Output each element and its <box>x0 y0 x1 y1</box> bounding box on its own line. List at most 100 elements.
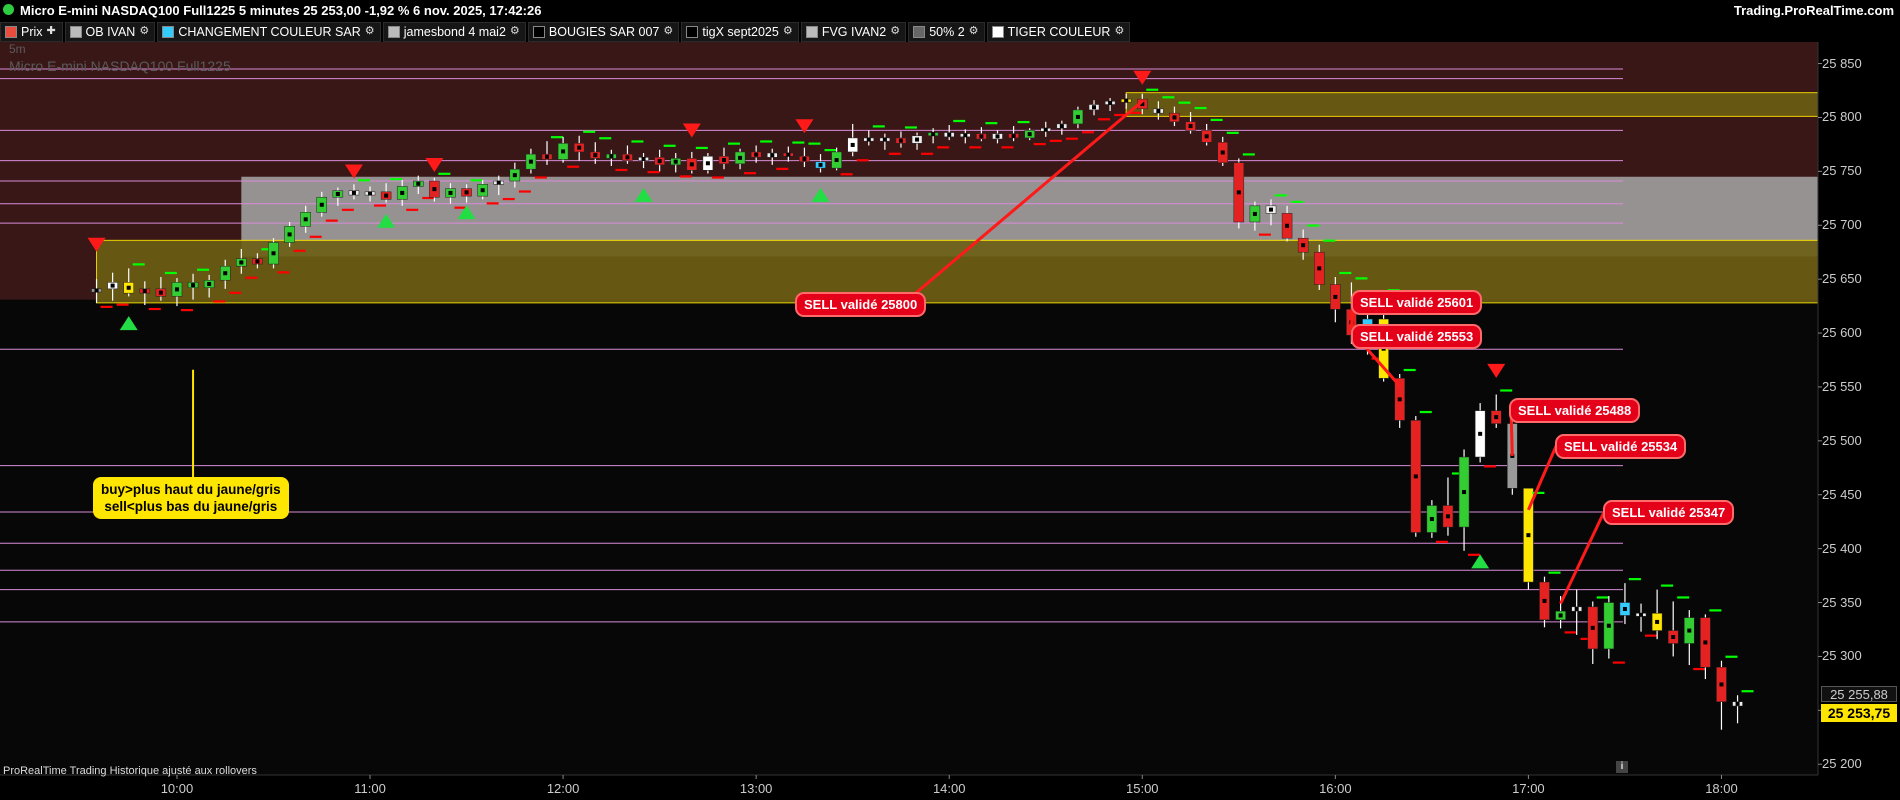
legend-item[interactable]: CHANGEMENT COULEUR SAR ⚙ <box>157 21 381 42</box>
wrench-icon[interactable]: ⚙ <box>663 26 674 37</box>
candle-midpoint <box>1236 190 1241 195</box>
legend-item[interactable]: OB IVAN ⚙ <box>64 21 156 42</box>
indicator-legend: Prix ✚ OB IVAN ⚙ CHANGEMENT COULEUR SAR ⚙ jame… <box>0 21 1132 42</box>
wrench-icon[interactable]: ⚙ <box>969 26 980 37</box>
candle-midpoint <box>898 138 903 143</box>
legend-item[interactable]: jamesbond 4 mai2 ⚙ <box>382 21 526 42</box>
candle-midpoint <box>1011 133 1016 138</box>
window-title: Micro E-mini NASDAQ100 Full1225 5 minute… <box>20 3 542 18</box>
legend-item[interactable]: BOUGIES SAR 007 ⚙ <box>527 21 680 42</box>
candle-midpoint <box>368 191 373 196</box>
price-tick-label: 25 200 <box>1822 756 1862 772</box>
candle-midpoint <box>770 153 775 158</box>
price-tick-label: 25 450 <box>1822 486 1862 502</box>
candle-midpoint <box>963 133 968 138</box>
candle-midpoint <box>673 159 678 164</box>
title-bar: Micro E-mini NASDAQ100 Full1225 5 minute… <box>0 0 1900 20</box>
legend-label: CHANGEMENT COULEUR SAR <box>178 24 361 39</box>
sell-annotation: SELL validé 25534 <box>1555 434 1687 459</box>
candle-midpoint <box>319 202 324 207</box>
candle-midpoint <box>1124 98 1129 103</box>
candle-midpoint <box>239 260 244 265</box>
candle-midpoint <box>416 181 421 186</box>
color-swatch-icon <box>991 25 1004 38</box>
footer-text: ProRealTime Trading Historique ajusté au… <box>3 765 257 777</box>
candle-midpoint <box>882 137 887 142</box>
candle-midpoint <box>641 156 646 161</box>
candle-midpoint <box>207 281 212 286</box>
candle-midpoint <box>1413 474 1418 479</box>
candle-midpoint <box>1735 701 1740 706</box>
candle-midpoint <box>223 271 228 276</box>
legend-label: tigX sept2025 <box>702 24 779 39</box>
strategy-note: buy>plus haut du jaune/gris sell<plus ba… <box>93 477 289 519</box>
candle-midpoint <box>1590 625 1595 630</box>
wrench-icon[interactable]: ⚙ <box>783 26 794 37</box>
candle-midpoint <box>432 187 437 192</box>
candle-midpoint <box>1252 211 1257 216</box>
legend-item[interactable]: TIGER COULEUR ⚙ <box>986 21 1131 42</box>
color-swatch-icon <box>69 25 82 38</box>
price-tick-label: 25 400 <box>1822 540 1862 556</box>
candle-midpoint <box>561 149 566 154</box>
candle-midpoint <box>1445 514 1450 519</box>
color-swatch-icon <box>686 25 699 38</box>
candle-midpoint <box>1092 105 1097 110</box>
wrench-icon[interactable]: ⚙ <box>890 26 901 37</box>
candle-midpoint <box>1075 114 1080 119</box>
candle-midpoint <box>303 217 308 222</box>
time-tick-label: 13:00 <box>739 781 773 796</box>
candle-midpoint <box>1655 619 1660 624</box>
candle-midpoint <box>1462 490 1467 495</box>
candle-midpoint <box>528 159 533 164</box>
candle-midpoint <box>400 190 405 195</box>
info-icon[interactable]: i <box>1616 761 1628 773</box>
candle-midpoint <box>834 158 839 163</box>
candle-midpoint <box>1574 606 1579 611</box>
candle-midpoint <box>158 290 163 295</box>
sell-annotation: SELL validé 25601 <box>1351 290 1483 315</box>
candle-midpoint <box>1526 533 1531 538</box>
candle-midpoint <box>1397 397 1402 402</box>
candle-midpoint <box>255 259 260 264</box>
instrument-watermark: Micro E-mini NASDAQ100 Full1225 <box>9 58 231 74</box>
price-tick-label: 25 500 <box>1822 432 1862 448</box>
price-tick-label: 25 750 <box>1822 163 1862 179</box>
candle-midpoint <box>1285 223 1290 228</box>
legend-item[interactable]: Prix ✚ <box>0 21 63 42</box>
color-swatch-icon <box>532 25 545 38</box>
candle-midpoint <box>1027 132 1032 137</box>
wrench-icon[interactable]: ⚙ <box>1114 26 1125 37</box>
candle-midpoint <box>110 283 115 288</box>
candle-midpoint <box>738 155 743 160</box>
candle-midpoint <box>802 156 807 161</box>
candle-midpoint <box>351 190 356 195</box>
wrench-icon[interactable]: ⚙ <box>510 26 521 37</box>
wrench-icon[interactable]: ⚙ <box>139 26 150 37</box>
candle-midpoint <box>931 132 936 137</box>
candle-midpoint <box>818 162 823 167</box>
candle-midpoint <box>1188 124 1193 129</box>
candle-midpoint <box>1671 635 1676 640</box>
candle-midpoint <box>1172 115 1177 120</box>
candle-midpoint <box>1639 612 1644 617</box>
price-tick-label: 25 300 <box>1822 648 1862 664</box>
plus-icon[interactable]: ✚ <box>47 26 58 37</box>
chart-window: Micro E-mini NASDAQ100 Full1225 5 minute… <box>0 0 1900 800</box>
candle-midpoint <box>496 180 501 185</box>
color-swatch-icon <box>913 25 926 38</box>
candle-midpoint <box>174 287 179 292</box>
sell-annotation: SELL validé 25553 <box>1351 324 1483 349</box>
timeframe-label: 5m <box>9 42 26 56</box>
legend-item[interactable]: 50% 2 ⚙ <box>908 21 985 42</box>
sell-annotation: SELL validé 25488 <box>1509 398 1641 423</box>
legend-item[interactable]: FVG IVAN2 ⚙ <box>800 21 907 42</box>
status-dot-icon <box>3 4 14 15</box>
legend-label: 50% 2 <box>929 24 965 39</box>
wrench-icon[interactable]: ⚙ <box>365 26 376 37</box>
legend-label: Prix <box>21 24 43 39</box>
price-tick-label: 25 700 <box>1822 217 1862 233</box>
legend-label: jamesbond 4 mai2 <box>403 24 506 39</box>
candle-midpoint <box>577 145 582 150</box>
legend-item[interactable]: tigX sept2025 ⚙ <box>681 21 799 42</box>
